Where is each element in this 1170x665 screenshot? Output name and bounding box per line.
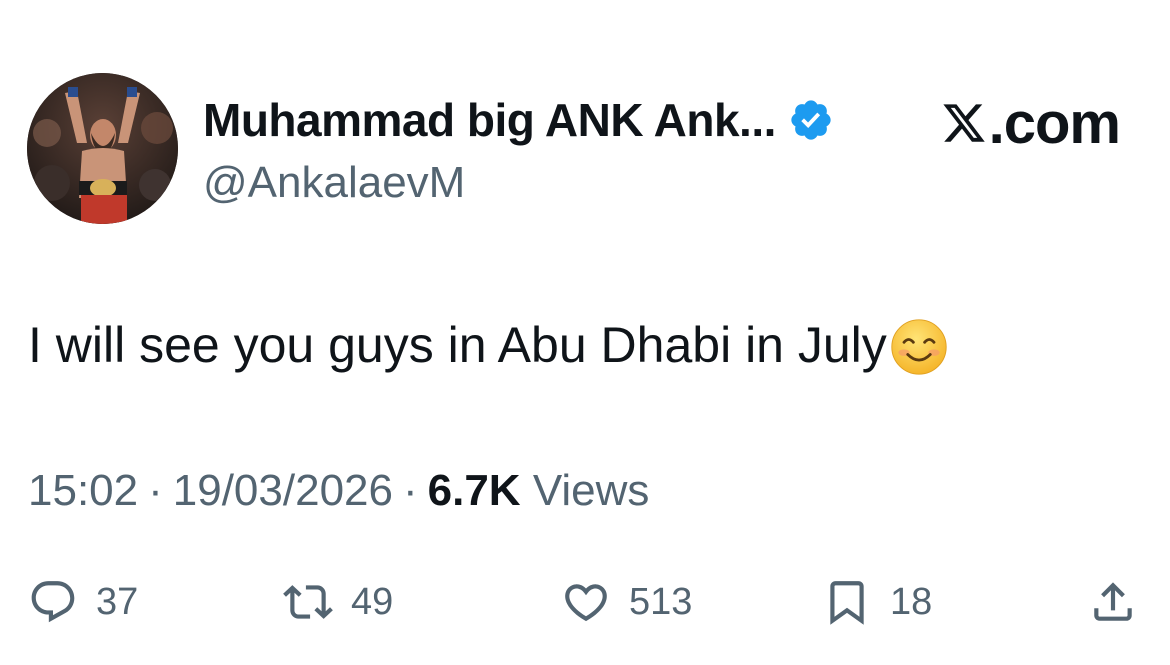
action-bar: 37 49 513 18	[0, 570, 1170, 634]
author-handle[interactable]: @AnkalaevM	[203, 158, 465, 208]
verified-badge-icon[interactable]	[788, 97, 834, 143]
tweet-text: I will see you guys in Abu Dhabi in July	[28, 313, 949, 377]
reply-button[interactable]: 37	[28, 570, 138, 634]
repost-button[interactable]: 49	[283, 570, 393, 634]
share-button[interactable]	[1088, 570, 1138, 634]
smiling-face-emoji-icon	[891, 319, 947, 375]
x-logo-icon	[943, 104, 985, 142]
heart-icon	[565, 584, 607, 622]
tweet-body: I will see you guys in Abu Dhabi in July	[28, 317, 887, 373]
author-avatar[interactable]	[27, 73, 178, 224]
repost-count: 49	[351, 580, 394, 623]
site-label: .com	[988, 90, 1121, 156]
like-count: 513	[629, 580, 693, 623]
views-count[interactable]: 6.7K	[428, 466, 521, 515]
reply-count: 37	[96, 580, 139, 623]
meta-separator: ·	[402, 466, 418, 515]
bookmark-count: 18	[890, 580, 933, 623]
share-icon	[1094, 582, 1132, 621]
views-label[interactable]: Views	[533, 466, 650, 515]
author-display-name[interactable]: Muhammad big ANK Ank...	[203, 93, 776, 147]
author-name-row: Muhammad big ANK Ank...	[203, 92, 834, 148]
bookmark-button[interactable]: 18	[822, 570, 932, 634]
reply-icon	[31, 581, 75, 623]
tweet-date[interactable]: 19/03/2026	[173, 466, 393, 515]
meta-separator: ·	[148, 466, 163, 515]
site-brand: .com	[941, 88, 1121, 158]
repost-icon	[283, 585, 333, 619]
bookmark-icon	[830, 581, 864, 625]
tweet-time[interactable]: 15:02	[28, 466, 138, 515]
tweet-meta: 15:02 · 19/03/2026 · 6.7K Views	[28, 466, 649, 516]
like-button[interactable]: 513	[561, 570, 692, 634]
